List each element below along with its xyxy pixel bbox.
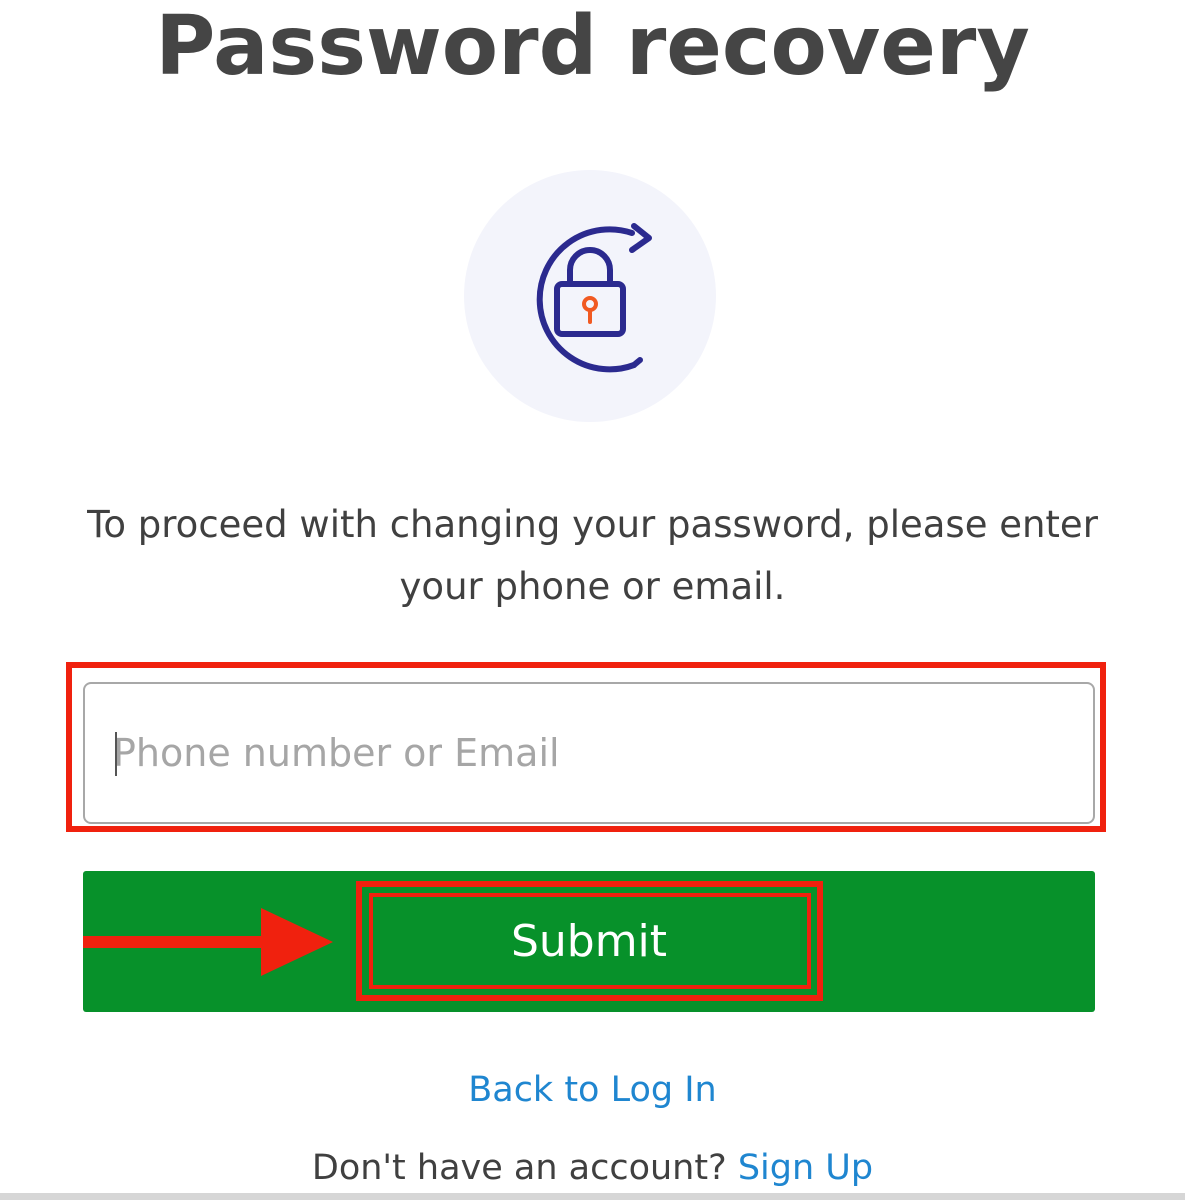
bottom-divider <box>0 1193 1185 1200</box>
lock-refresh-icon <box>464 170 716 422</box>
instruction-text: To proceed with changing your password, … <box>87 503 1098 608</box>
page-title: Password recovery <box>155 0 1030 94</box>
sign-up-link[interactable]: Sign Up <box>738 1148 873 1188</box>
right-arrow-icon <box>83 908 333 976</box>
submit-highlight-inner-box <box>369 893 811 989</box>
no-account-prompt: Don't have an account? <box>311 1148 727 1188</box>
back-to-login-link[interactable]: Back to Log In <box>0 1070 1185 1110</box>
signup-row: Don't have an account? Sign Up <box>0 1148 1185 1188</box>
input-highlight-box <box>66 662 1106 832</box>
lock-refresh-icon-graphic <box>536 223 652 373</box>
